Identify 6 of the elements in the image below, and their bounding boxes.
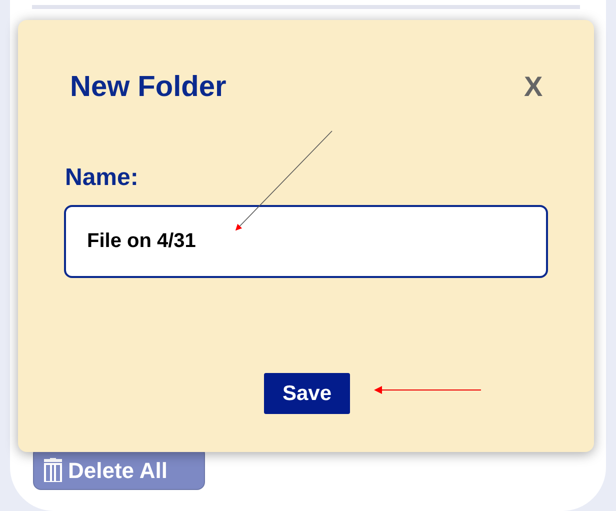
- name-input-field[interactable]: File on 4/31: [64, 205, 548, 278]
- name-label: Name:: [65, 163, 138, 193]
- trash-icon: [44, 458, 62, 482]
- close-button[interactable]: X: [524, 72, 543, 103]
- dialog-title: New Folder: [70, 70, 226, 105]
- save-button[interactable]: Save: [264, 373, 350, 414]
